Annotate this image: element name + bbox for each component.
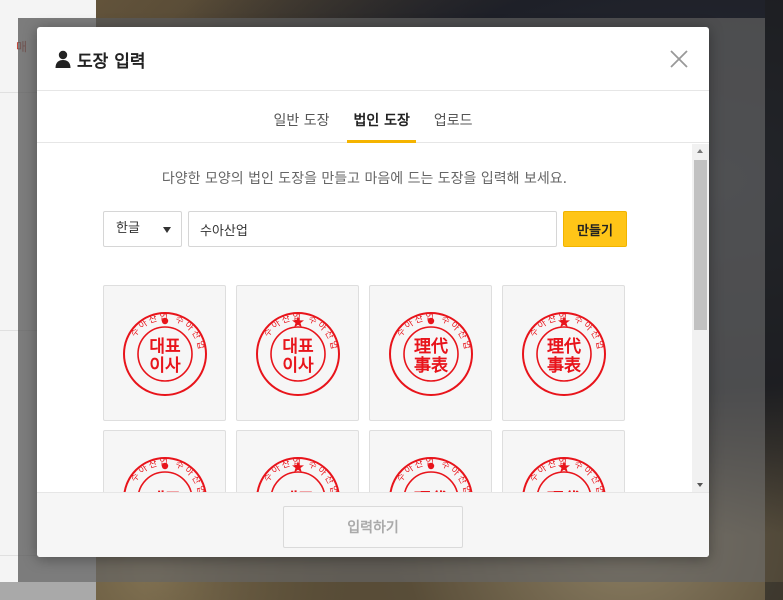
stamp-option[interactable]: 수아산업 수아산업 理代 事表 [502, 285, 625, 421]
corporate-stamp-image: 수아산업 수아산업 대표 [256, 457, 340, 492]
modal-content: 다양한 모양의 법인 도장을 만들고 마음에 드는 도장을 입력해 보세요. 한… [37, 144, 709, 492]
submit-button[interactable]: 입력하기 [283, 506, 463, 548]
stamp-option[interactable]: 수아산업 수아산업 대표 이사 [236, 285, 359, 421]
stamp-option[interactable]: 수아산업 수아산업 대표 이사 [103, 285, 226, 421]
description-text: 다양한 모양의 법인 도장을 만들고 마음에 드는 도장을 입력해 보세요. [161, 171, 568, 187]
caret-down-icon [163, 227, 171, 233]
stamp-type-tabs: 일반 도장 법인 도장 업로드 [37, 91, 709, 143]
svg-text:대표: 대표 [149, 337, 181, 357]
make-button[interactable]: 만들기 [563, 211, 627, 247]
corporate-stamp-image: 수아산업 수아산업 理代 [389, 457, 473, 492]
modal-header: 도장 입력 [37, 27, 709, 91]
stamp-option[interactable]: 수아산업 수아산업 理代 [369, 430, 492, 492]
svg-text:이사: 이사 [149, 356, 181, 376]
close-icon [670, 50, 688, 68]
tab-corporate-stamp[interactable]: 법인 도장 [347, 110, 417, 143]
backdrop-edge [765, 0, 783, 600]
svg-text:理代: 理代 [547, 336, 581, 357]
stamp-option[interactable]: 수아산업 수아산업 理代 [502, 430, 625, 492]
svg-text:事表: 事表 [414, 355, 449, 376]
svg-text:理代: 理代 [414, 336, 448, 357]
backdrop-edge [0, 582, 783, 600]
stamp-option[interactable]: 수아산업 수아산업 理代 事表 [369, 285, 492, 421]
scroll-up-arrow[interactable] [692, 144, 709, 158]
tab-upload[interactable]: 업로드 [428, 110, 479, 142]
modal-title: 도장 입력 [55, 48, 146, 72]
corporate-stamp-image: 수아산업 수아산업 理代事表 [522, 312, 606, 396]
tab-general-stamp[interactable]: 일반 도장 [267, 110, 335, 142]
svg-text:이사: 이사 [282, 356, 314, 376]
stamp-option[interactable]: 수아산업 수아산업 대표 [103, 430, 226, 492]
corporate-stamp-image: 수아산업 수아산업 理代 [522, 457, 606, 492]
modal-footer: 입력하기 [37, 492, 709, 557]
scrollbar-thumb[interactable] [694, 160, 707, 330]
svg-text:事表: 事表 [547, 355, 582, 376]
modal-title-text: 도장 입력 [77, 51, 146, 72]
company-name-input[interactable] [188, 211, 557, 247]
scroll-down-arrow[interactable] [692, 478, 709, 492]
corporate-stamp-image: 수아산업 수아산업 대표 [123, 457, 207, 492]
close-button[interactable] [667, 47, 691, 71]
corporate-stamp-image: 수아산업 수아산업 대표이사 [256, 312, 340, 396]
user-icon [55, 50, 71, 68]
corporate-stamp-image: 수아산업 수아산업 대표이사 [123, 312, 207, 396]
stamp-option[interactable]: 수아산업 수아산업 대표 [236, 430, 359, 492]
svg-text:대표: 대표 [282, 337, 314, 357]
scrollbar[interactable] [692, 144, 709, 492]
language-select-value: 한글 [116, 221, 140, 236]
stamp-input-modal: 도장 입력 일반 도장 법인 도장 업로드 다양한 모양의 법인 도장을 만들고… [37, 27, 709, 557]
language-select[interactable]: 한글 [103, 211, 182, 247]
corporate-stamp-image: 수아산업 수아산업 理代事表 [389, 312, 473, 396]
